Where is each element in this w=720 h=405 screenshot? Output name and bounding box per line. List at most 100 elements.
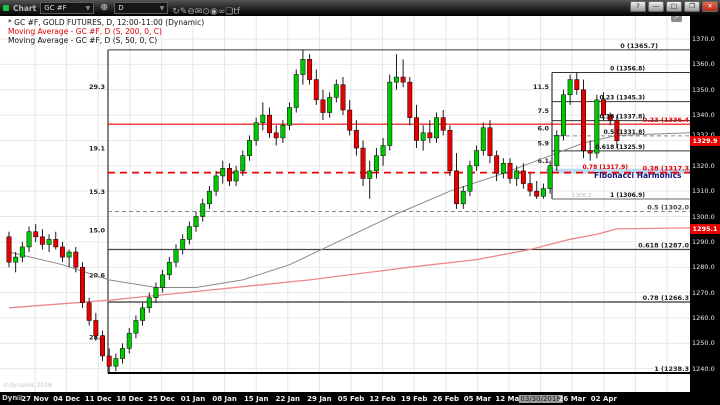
candle-body	[201, 204, 205, 217]
chevron-down-icon: ▼	[160, 5, 165, 12]
date-tick: 26 Mar	[559, 395, 586, 403]
fib-level-label: 0 (1365.7)	[620, 42, 658, 50]
time-axis[interactable]: Dyn ⊞ 27 Nov04 Dec11 Dec18 Dec25 Dec01 J…	[0, 392, 720, 405]
chart-title: * GC #F, GOLD FUTURES, D, 12:00-11:00 (D…	[8, 18, 204, 27]
candle-body	[374, 156, 378, 171]
candle-body	[207, 191, 211, 204]
fib-level-label: 0.38 (1337.8)	[599, 114, 645, 121]
candle-body	[34, 232, 38, 237]
candle-body	[147, 298, 151, 308]
candle-body	[408, 82, 412, 118]
candle-body	[274, 133, 278, 138]
price-tick: 1300.0	[692, 213, 715, 221]
candle-body	[67, 252, 71, 257]
fib-diff-label: 6.0	[537, 124, 549, 132]
help-window-button[interactable]: ?	[630, 1, 646, 12]
candle-body	[361, 148, 365, 178]
restore-window-button[interactable]: ❐	[684, 1, 700, 12]
candle-body	[107, 356, 111, 366]
candle-body	[521, 171, 525, 184]
ma-line-sma200	[9, 228, 690, 308]
date-tick: 15 Jan	[244, 395, 269, 403]
toolbar-icon-group: ↻✎⊖✉⊙◉∞❏tf	[172, 0, 240, 18]
fib-level-label: 0.618 (1287.0)	[638, 241, 690, 249]
candle-body	[428, 133, 432, 138]
minimize-window-button[interactable]: —	[648, 1, 664, 12]
candle-body	[20, 247, 24, 257]
candle-body	[354, 130, 358, 148]
ma50-legend: Moving Average - GC #F, D (S, 50, 0, C)	[8, 36, 157, 45]
candle-body	[87, 303, 91, 321]
chart-tab-indicator	[3, 5, 9, 11]
target-icon[interactable]: ⊙	[202, 7, 210, 17]
candle-body	[301, 59, 305, 74]
candle-body	[535, 191, 539, 196]
fib-level-label: 0.5 (1302.0)	[647, 203, 690, 211]
fib-level-label: 0.78 (1266.3)	[643, 294, 690, 302]
price-tick: 1370.0	[692, 35, 715, 43]
candle-body	[180, 239, 184, 249]
candle-body	[581, 90, 585, 151]
price-tick: 1270.0	[692, 289, 715, 297]
date-tick: 12 Feb	[369, 395, 395, 403]
price-tick: 1360.0	[692, 60, 715, 68]
record-icon[interactable]: ◉	[210, 7, 218, 17]
fib-diff-label: 15.0	[89, 226, 106, 234]
candle-body	[227, 168, 231, 181]
candle-body	[174, 249, 178, 262]
date-tick: 01 Jan	[181, 395, 206, 403]
symbol-search-icon[interactable]: ⊕	[98, 3, 110, 13]
candle-body	[454, 171, 458, 204]
fib-diff-label: 15.3	[89, 188, 105, 196]
charting-app-window: Chart GC #F ▼ ⊕ D ▼ ↻✎⊖✉⊙◉∞❏tf ?—□❐✕ * G…	[0, 0, 720, 405]
candle-body	[327, 97, 331, 112]
fib-diff-label: 5.9	[537, 139, 549, 147]
candle-body	[575, 80, 579, 90]
candle-body	[13, 257, 17, 262]
maximize-window-button[interactable]: □	[666, 1, 682, 12]
date-tick: 26 Feb	[433, 395, 459, 403]
price-tick: 1340.0	[692, 111, 715, 119]
last-price-badge: 1329.9	[690, 136, 720, 146]
price-tick: 1280.0	[692, 263, 715, 271]
candle-body	[247, 140, 251, 155]
date-tick: 29 Jan	[307, 395, 332, 403]
date-tick: 02 Apr	[591, 395, 617, 403]
candle-body	[187, 227, 191, 240]
candle-body	[214, 176, 218, 191]
candle-body	[281, 125, 285, 138]
candle-body	[381, 146, 385, 156]
candle-body	[588, 151, 592, 154]
chevron-down-icon: ▼	[86, 5, 91, 12]
price-tick: 1250.0	[692, 339, 715, 347]
candle-body	[481, 128, 485, 151]
candle-body	[307, 59, 311, 79]
close-window-button[interactable]: ✕	[702, 1, 718, 12]
chart-plot[interactable]: 29.319.115.315.020.628.011.57.56.05.96.1…	[0, 16, 690, 393]
chart-tab[interactable]: Chart	[13, 4, 36, 13]
candle-body	[488, 128, 492, 156]
date-tick: 11 Dec	[85, 395, 112, 403]
highlighted-date-label[interactable]: 03/30/2018	[518, 395, 562, 403]
candle-body	[541, 189, 545, 197]
fib-level-label: 0.23 (1336.4)	[643, 116, 690, 124]
faint-level-label: 1306.2	[572, 193, 591, 199]
ma-line-sma50	[9, 133, 690, 288]
date-tick: 25 Dec	[148, 395, 175, 403]
symbol-dropdown[interactable]: GC #F ▼	[40, 2, 94, 14]
candle-body	[334, 85, 338, 98]
dyn-mode-label[interactable]: Dyn	[2, 394, 17, 402]
candle-body	[94, 320, 98, 335]
period-dropdown[interactable]: D ▼	[114, 2, 168, 14]
ma200-value-badge: 1295.1	[690, 224, 720, 234]
candle-body	[561, 95, 565, 136]
date-tick: 27 Nov	[21, 395, 48, 403]
refresh-icon[interactable]: ↻	[172, 7, 180, 17]
zoom-out-icon[interactable]: ⊖	[187, 7, 195, 17]
date-tick: 05 Mar	[464, 395, 491, 403]
symbol-value: GC #F	[44, 4, 66, 12]
candle-body	[160, 275, 164, 288]
facebook-icon[interactable]: f	[237, 7, 240, 17]
price-axis[interactable]: 1380.01370.01360.01350.01340.01332.01320…	[690, 16, 720, 405]
ma200-legend: Moving Average - GC #F, D (S, 200, 0, C)	[8, 27, 162, 36]
